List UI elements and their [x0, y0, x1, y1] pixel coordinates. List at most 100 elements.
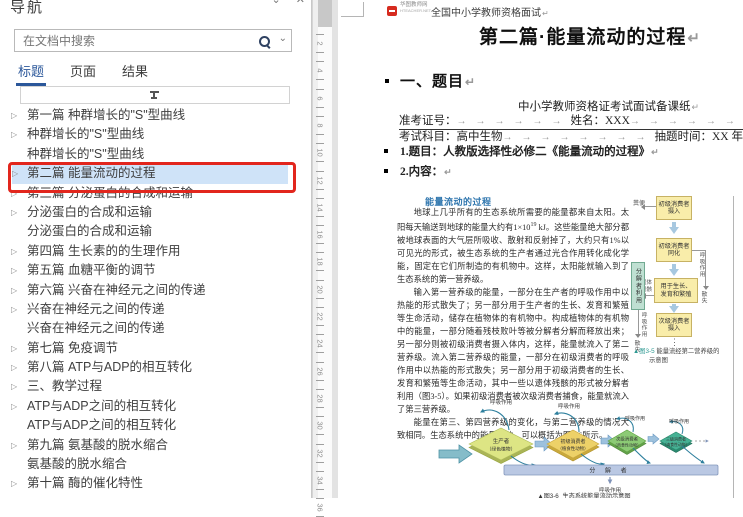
paragraph-mark: ↵ [542, 9, 549, 18]
arrow-down-icon [669, 304, 679, 313]
nav-item[interactable]: ▷ 第八篇 ATP与ADP的相互转化 [0, 358, 310, 377]
nav-item[interactable]: ▷ 三、教学过程 [0, 377, 310, 396]
expand-arrow-icon[interactable]: ▷ [11, 125, 17, 144]
expand-arrow-icon[interactable]: ▷ [11, 436, 17, 455]
nav-item-label: 第九篇 氨基酸的脱水缩合 [27, 438, 168, 452]
nav-item-label: 分泌蛋白的合成和运输 [27, 205, 152, 219]
search-box[interactable]: ⌄ [14, 29, 292, 52]
arrow-down-icon [669, 222, 679, 235]
fig36-caption: ▲图3-6 生态系统能量流动示意图 [537, 492, 630, 498]
nav-item-label: ATP与ADP之间的相互转化 [27, 399, 176, 413]
fig35-box-intake2: 次级消费者摄入 [656, 313, 692, 337]
doc-title: 第二篇·能量流动的过程↵ [479, 22, 701, 49]
svg-text:呼吸作用: 呼吸作用 [558, 402, 580, 410]
flow-arrow-icon [648, 434, 659, 444]
brand-domain: HTEACHER.NET [400, 8, 431, 13]
nav-item[interactable]: ▷ 种群增长的"S"型曲线 [0, 125, 310, 144]
close-icon[interactable]: ✕ [296, 0, 305, 6]
nav-empty-heading[interactable] [20, 86, 290, 104]
nav-item-label: 第六篇 兴奋在神经元之间的传递 [27, 283, 205, 297]
paragraph-mark: ↵ [465, 75, 476, 89]
nav-item[interactable]: ▷ 第四篇 生长素的的生理作用 [0, 242, 310, 261]
nav-item[interactable]: ▷ 分泌蛋白的合成和运输 [0, 203, 310, 222]
nav-item-label: 种群增长的"S"型曲线 [27, 127, 144, 141]
nav-item[interactable]: 分泌蛋白的合成和运输 [0, 222, 310, 241]
nav-item[interactable]: ▷ ATP与ADP之间的相互转化 [0, 397, 310, 416]
svg-text:（植食性动物）: （植食性动物） [558, 445, 589, 452]
svg-text:生产者: 生产者 [493, 437, 510, 445]
expand-arrow-icon[interactable]: ▷ [11, 281, 17, 300]
ibeam-icon [150, 91, 159, 99]
nav-item-label: 兴奋在神经元之间的传递 [27, 321, 165, 335]
search-options-chevron-icon[interactable]: ⌄ [279, 33, 287, 44]
nav-item[interactable]: 种群增长的"S"型曲线 [0, 145, 310, 164]
nav-item-label: 第四篇 生长素的的生理作用 [27, 244, 180, 258]
paragraph-mark: ↵ [692, 102, 700, 112]
arrow-down-icon [635, 334, 641, 338]
svg-text:（绿色植物）: （绿色植物） [487, 446, 516, 453]
tab-pages[interactable]: 页面 [68, 59, 98, 86]
nav-item[interactable]: ▷ 第一篇 种群增长的"S"型曲线 [0, 106, 310, 125]
header-margin-mark [341, 2, 364, 17]
tab-headings[interactable]: 标题 [16, 59, 46, 86]
nav-pane-title: 导航 [10, 0, 44, 17]
svg-text:（肉食性动物）: （肉食性动物） [613, 442, 641, 448]
expand-arrow-icon[interactable]: ▷ [11, 261, 17, 280]
nav-item[interactable]: 氨基酸的脱水缩合 [0, 455, 310, 474]
list-bullet [384, 169, 388, 173]
respiration-label: 呼吸作用 [697, 252, 706, 277]
nav-item[interactable]: ▷兴奋在神经元之间的传递 [0, 300, 310, 319]
nav-item[interactable]: ▷ 第二篇 能量流动的过程 [12, 164, 288, 183]
expand-arrow-icon[interactable]: ▷ [12, 164, 18, 183]
arrow-down-icon [703, 286, 709, 290]
svg-text:呼吸作用: 呼吸作用 [490, 398, 512, 406]
page-header-text: 全国中小学教师资格面试↵ [431, 4, 549, 19]
excerpt-paragraph-1: 地球上几乎所有的生态系统所需要的能量都来自太阳。太阳每天输送到地球的能量大约有1… [397, 206, 629, 286]
content-item: 2.内容：↵ [400, 163, 452, 179]
nav-item[interactable]: ▷ 第九篇 氨基酸的脱水缩合 [0, 436, 310, 455]
expand-arrow-icon[interactable]: ▷ [11, 106, 17, 125]
fig35-box-decomposer: 分解者利用 [631, 262, 645, 310]
expand-arrow-icon[interactable]: ▷ [11, 474, 17, 493]
expand-arrow-icon[interactable]: ▷ [11, 339, 17, 358]
arrow-down-icon [669, 264, 679, 277]
nav-item[interactable]: ▷ 第六篇 兴奋在神经元之间的传递 [0, 281, 310, 300]
search-input[interactable] [15, 30, 253, 51]
expand-arrow-icon[interactable]: ▷ [11, 377, 17, 396]
tab-results[interactable]: 结果 [120, 59, 150, 86]
expand-arrow-icon[interactable]: ▷ [11, 300, 17, 319]
nav-item-label: 第八篇 ATP与ADP的相互转化 [27, 360, 192, 374]
brand-logo-icon [387, 6, 397, 16]
nav-item-label: 三、教学过程 [27, 379, 102, 393]
nav-item[interactable]: 兴奋在神经元之间的传递 [0, 319, 310, 338]
fig35-box-intake1: 初级消费者摄入 [656, 196, 692, 220]
expand-arrow-icon[interactable]: ▷ [11, 358, 17, 377]
svg-text:呼吸作用: 呼吸作用 [669, 418, 689, 425]
navigation-pane: 导航 ⌄ ✕ ⌄ 标题页面结果 ▷ 第一篇 种群增长的"S"型曲线 ▷ 种群增长的"S… [0, 0, 312, 498]
search-icon[interactable] [257, 34, 271, 48]
input-arrow-icon [439, 445, 472, 463]
nav-item[interactable]: ▷ 第七篇 免疫调节 [0, 339, 310, 358]
expand-arrow-icon[interactable]: ▷ [11, 203, 17, 222]
chevron-down-icon[interactable]: ⌄ [272, 0, 281, 6]
nav-item[interactable]: ▷ 第五篇 血糖平衡的调节 [0, 261, 310, 280]
nav-item-label: 分泌蛋白的合成和运输 [27, 224, 152, 238]
nav-item[interactable]: ▷ 第三篇 分泌蛋白的合成和运输 [0, 184, 310, 203]
svg-text:初级消费者: 初级消费者 [560, 438, 585, 445]
nav-item[interactable]: ▷第十篇 酶的催化特性 [0, 474, 310, 493]
arrow-left-icon [641, 204, 645, 210]
paragraph-mark: ↵ [687, 30, 701, 47]
nav-item-label: 第一篇 种群增长的"S"型曲线 [27, 108, 185, 122]
nav-item[interactable]: ATP与ADP之间的相互转化 [0, 416, 310, 435]
nav-item-label: 第五篇 血糖平衡的调节 [27, 263, 155, 277]
nav-item-label: 第七篇 免疫调节 [27, 341, 118, 355]
nav-item-label: 第三篇 分泌蛋白的合成和运输 [27, 186, 193, 200]
nav-item-label: 第二篇 能量流动的过程 [27, 166, 155, 180]
expand-arrow-icon[interactable]: ▷ [11, 184, 17, 203]
expand-arrow-icon[interactable]: ▷ [11, 397, 17, 416]
expand-arrow-icon[interactable]: ▷ [11, 242, 17, 261]
nav-item-label: 种群增长的"S"型曲线 [27, 147, 144, 161]
list-bullet [384, 149, 388, 153]
document-canvas: 华图教师网 HTEACHER.NET 全国中小学教师资格面试↵ 第二篇·能量流动… [332, 0, 743, 498]
fig35-caption: ▲图3-5 能量流经第二营养级的 [633, 346, 719, 355]
